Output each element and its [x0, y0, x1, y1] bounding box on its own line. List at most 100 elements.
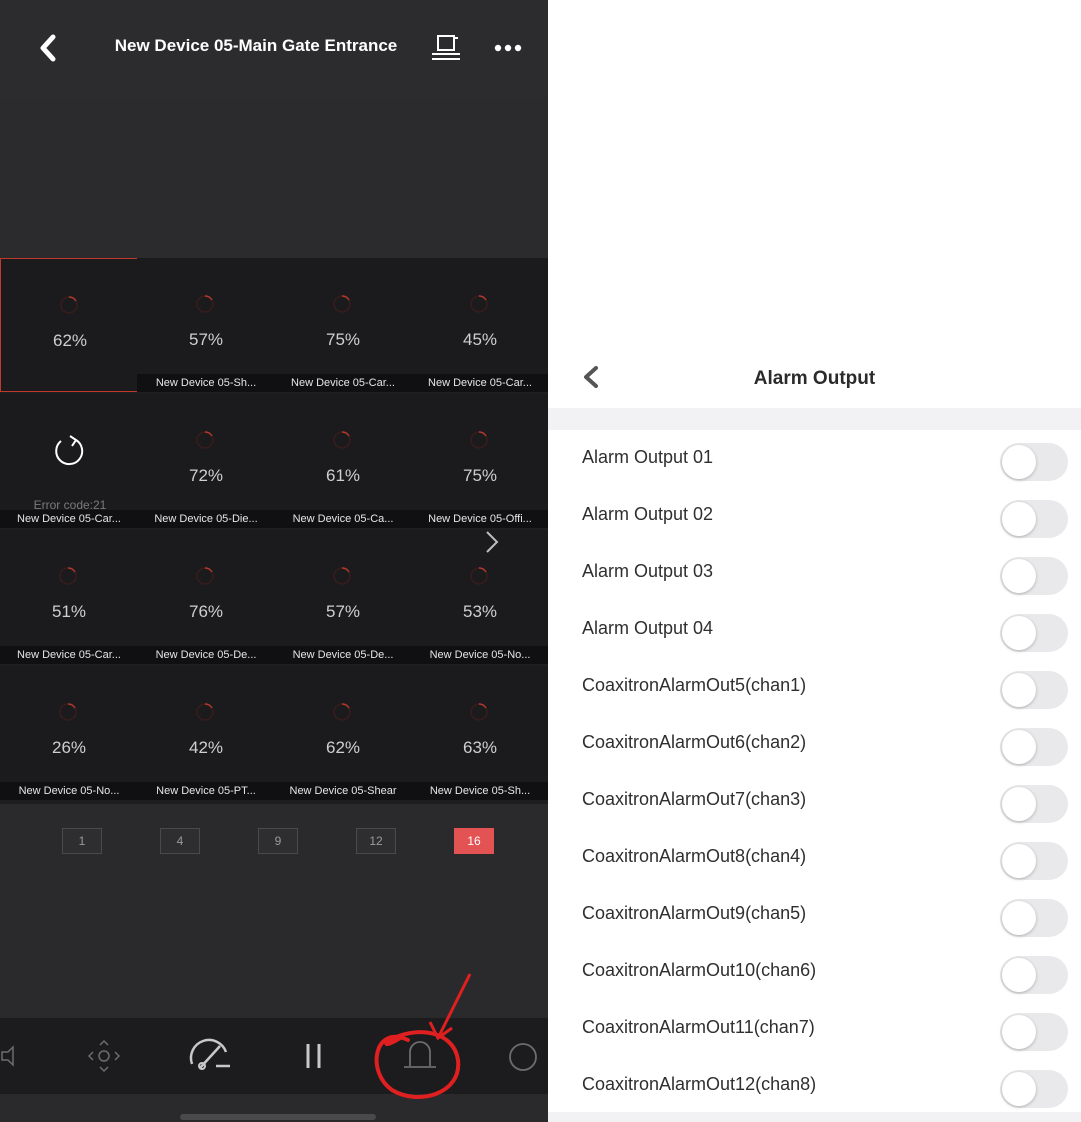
toggle-knob	[1002, 787, 1036, 821]
camera-tile[interactable]: 45% New Device 05-Car...	[411, 258, 548, 392]
alarm-output-toggle[interactable]	[1000, 614, 1068, 652]
more-icon[interactable]	[490, 36, 526, 60]
loading-percent: 42%	[188, 738, 224, 757]
live-view-toolbar	[0, 1018, 548, 1094]
refresh-icon[interactable]	[50, 432, 88, 470]
alarm-output-label: CoaxitronAlarmOut8(chan4)	[582, 846, 807, 866]
alarm-output-toggle[interactable]	[1000, 728, 1068, 766]
loading-percent: 75%	[462, 466, 498, 485]
list-footer	[548, 1112, 1081, 1122]
camera-grid: 62% 57% New Device 05-Sh... 75% New Device 0…	[0, 258, 548, 804]
alarm-output-row: CoaxitronAlarmOut12(chan8)	[548, 1060, 1081, 1117]
alarm-output-toggle[interactable]	[1000, 1013, 1068, 1051]
loading-percent: 45%	[462, 330, 498, 349]
alarm-output-row: CoaxitronAlarmOut5(chan1)	[548, 661, 1081, 718]
camera-tile[interactable]: 72% New Device 05-Die...	[137, 394, 275, 528]
camera-label: New Device 05-Car...	[0, 510, 138, 528]
chevron-right-icon	[486, 531, 499, 553]
loading-percent: 51%	[51, 602, 87, 621]
loading-percent: 57%	[325, 602, 361, 621]
camera-tile[interactable]: 42% New Device 05-PT...	[137, 666, 275, 800]
camera-label: New Device 05-PT...	[137, 782, 275, 800]
record-icon[interactable]	[504, 1038, 542, 1076]
loading-spinner-icon	[333, 295, 351, 313]
screen-mode-icon[interactable]	[428, 30, 464, 66]
camera-tile[interactable]: 51% New Device 05-Car...	[0, 530, 138, 664]
loading-spinner-icon	[470, 295, 488, 313]
camera-tile[interactable]: 61% New Device 05-Ca...	[274, 394, 412, 528]
loading-spinner-icon	[470, 567, 488, 585]
live-view-header: New Device 05-Main Gate Entrance	[0, 0, 548, 98]
toggle-knob	[1002, 616, 1036, 650]
alarm-output-toggle[interactable]	[1000, 443, 1068, 481]
alarm-output-toggle[interactable]	[1000, 671, 1068, 709]
alarm-output-row: CoaxitronAlarmOut9(chan5)	[548, 889, 1081, 946]
camera-tile[interactable]: Error code:21 New Device 05-Car...	[0, 394, 138, 528]
layout-option-12[interactable]: 12	[356, 828, 396, 854]
home-indicator	[180, 1114, 376, 1120]
toggle-knob	[1002, 445, 1036, 479]
ptz-icon[interactable]	[84, 1036, 124, 1076]
next-page-button[interactable]	[468, 516, 516, 568]
alarm-output-row: Alarm Output 04	[548, 604, 1081, 661]
alarm-output-toggle[interactable]	[1000, 500, 1068, 538]
alarm-output-toggle[interactable]	[1000, 785, 1068, 823]
alarm-bell-icon[interactable]	[398, 1036, 442, 1076]
alarm-output-toggle[interactable]	[1000, 842, 1068, 880]
camera-label: New Device 05-De...	[137, 646, 275, 664]
camera-label: New Device 05-Sh...	[411, 782, 548, 800]
loading-percent: 57%	[188, 330, 224, 349]
alarm-output-toggle[interactable]	[1000, 1070, 1068, 1108]
alarm-output-toggle[interactable]	[1000, 557, 1068, 595]
alarm-output-label: CoaxitronAlarmOut6(chan2)	[582, 732, 807, 752]
camera-tile[interactable]: 75% New Device 05-Car...	[274, 258, 412, 392]
alarm-output-toggle[interactable]	[1000, 899, 1068, 937]
alarm-output-row: CoaxitronAlarmOut6(chan2)	[548, 718, 1081, 775]
layout-option-9[interactable]: 9	[258, 828, 298, 854]
alarm-output-row: CoaxitronAlarmOut11(chan7)	[548, 1003, 1081, 1060]
toggle-knob	[1002, 502, 1036, 536]
alarm-output-row: Alarm Output 03	[548, 547, 1081, 604]
alarm-output-label: Alarm Output 02	[582, 504, 714, 524]
alarm-output-row: Alarm Output 01	[548, 433, 1081, 490]
loading-percent: 63%	[462, 738, 498, 757]
loading-spinner-icon	[333, 567, 351, 585]
loading-percent: 76%	[188, 602, 224, 621]
toggle-knob	[1002, 673, 1036, 707]
alarm-output-label: Alarm Output 03	[582, 561, 714, 581]
alarm-output-row: CoaxitronAlarmOut7(chan3)	[548, 775, 1081, 832]
loading-spinner-icon	[333, 703, 351, 721]
camera-tile[interactable]: 57% New Device 05-De...	[274, 530, 412, 664]
audio-icon[interactable]	[0, 1044, 18, 1068]
camera-tile[interactable]: 62%	[0, 258, 138, 392]
back-button[interactable]	[578, 362, 608, 392]
page-title: Alarm Output	[753, 368, 876, 389]
pause-icon[interactable]	[300, 1040, 326, 1072]
speedometer-icon[interactable]	[186, 1034, 234, 1074]
loading-spinner-icon	[470, 431, 488, 449]
camera-tile[interactable]: 62% New Device 05-Shear	[274, 666, 412, 800]
layout-option-16[interactable]: 16	[454, 828, 494, 854]
alarm-output-label: Alarm Output 01	[582, 447, 714, 467]
layout-option-1[interactable]: 1	[62, 828, 102, 854]
loading-spinner-icon	[196, 295, 214, 313]
alarm-output-toggle[interactable]	[1000, 956, 1068, 994]
camera-tile[interactable]: 63% New Device 05-Sh...	[411, 666, 548, 800]
camera-tile[interactable]: 26% New Device 05-No...	[0, 666, 138, 800]
camera-tile[interactable]: 57% New Device 05-Sh...	[137, 258, 275, 392]
loading-spinner-icon	[196, 431, 214, 449]
alarm-output-label: CoaxitronAlarmOut11(chan7)	[582, 1017, 815, 1037]
camera-label: New Device 05-Ca...	[274, 510, 412, 528]
live-view-screen: New Device 05-Main Gate Entrance 62% 57% N…	[0, 0, 548, 1122]
camera-tile[interactable]: 75% New Device 05-Offi...	[411, 394, 548, 528]
back-button[interactable]	[30, 28, 66, 68]
loading-percent: 61%	[325, 466, 361, 485]
loading-spinner-icon	[333, 431, 351, 449]
camera-label: New Device 05-No...	[0, 782, 138, 800]
camera-label: New Device 05-Sh...	[137, 374, 275, 392]
layout-option-4[interactable]: 4	[160, 828, 200, 854]
loading-percent: 53%	[462, 602, 498, 621]
alarm-output-screen: Alarm Output Alarm Output 01 Alarm Output…	[548, 338, 1081, 1122]
camera-tile[interactable]: 76% New Device 05-De...	[137, 530, 275, 664]
camera-label: New Device 05-Car...	[274, 374, 412, 392]
